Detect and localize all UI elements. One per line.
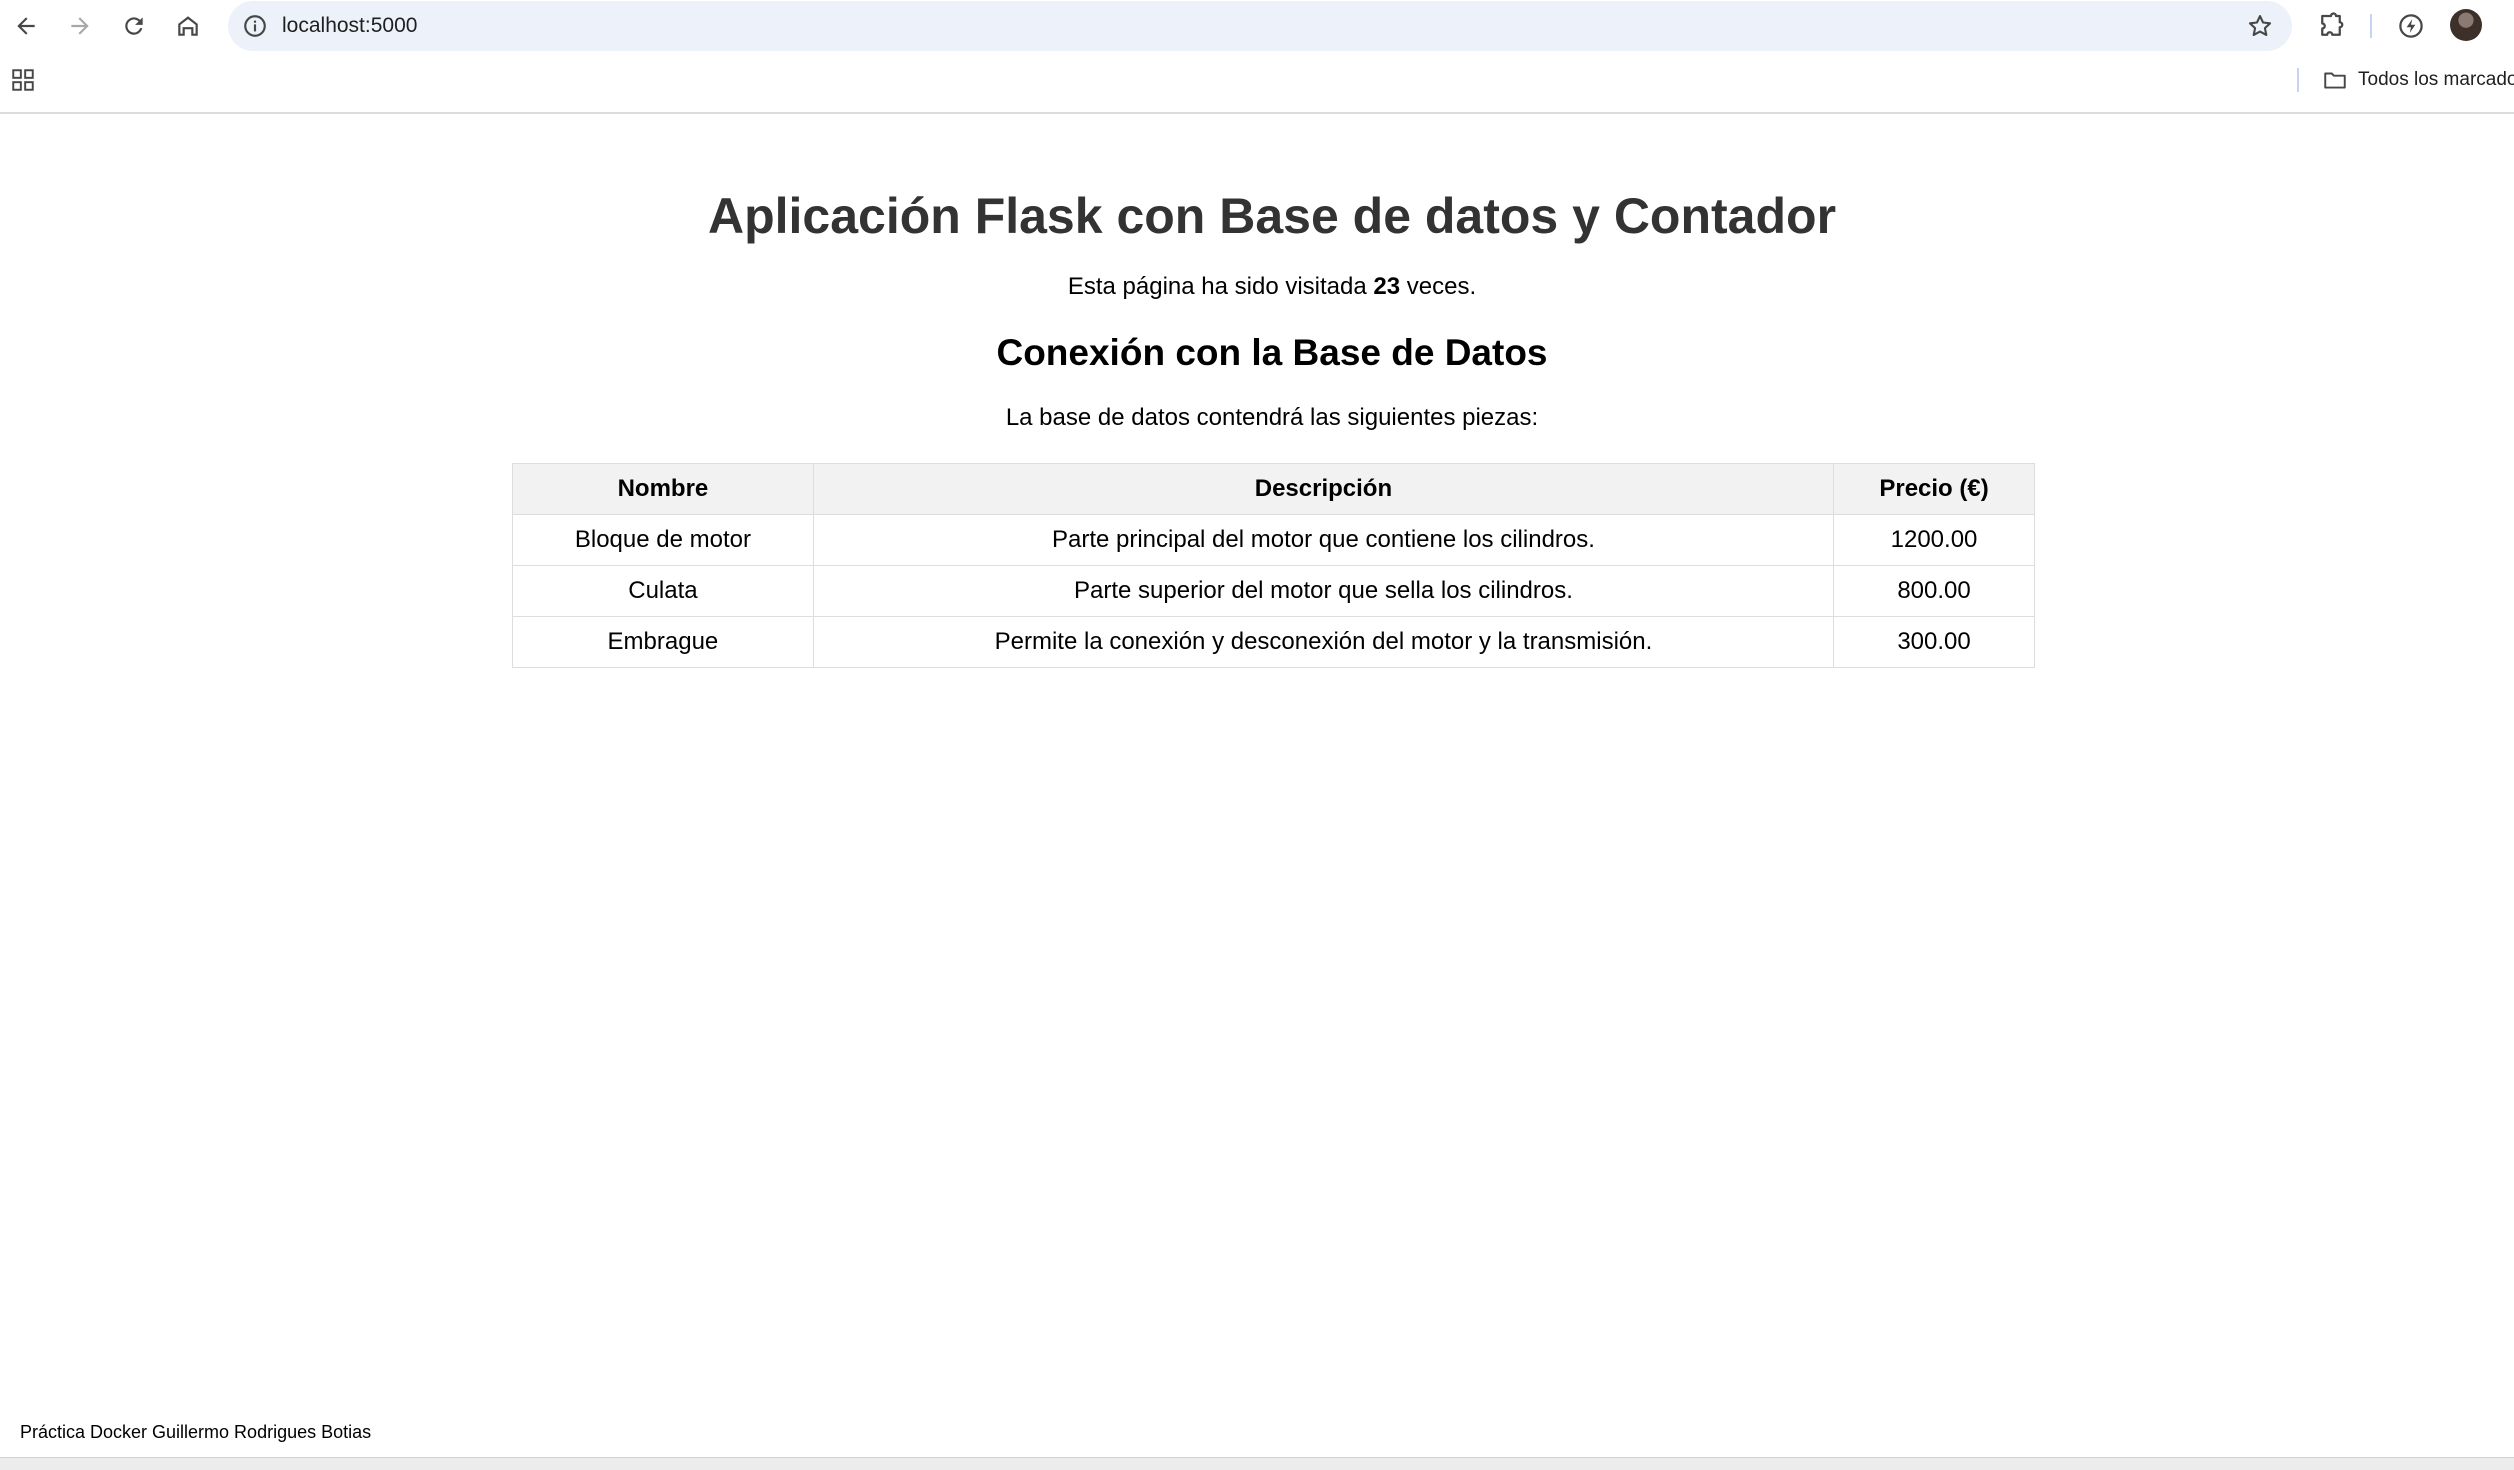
page-content: Aplicación Flask con Base de datos y Con… <box>0 114 2514 1454</box>
cell-nombre: Culata <box>512 565 814 617</box>
header-nombre: Nombre <box>512 463 814 515</box>
cell-descripcion: Parte principal del motor que contiene l… <box>812 514 1835 566</box>
header-descripcion: Descripción <box>812 463 1835 515</box>
parts-table: Nombre Descripción Precio (€) Bloque de … <box>512 463 2035 668</box>
db-section-heading: Conexión con la Base de Datos <box>996 332 1548 373</box>
cell-precio: 300.00 <box>1833 616 2035 668</box>
table-row: Culata Parte superior del motor que sell… <box>512 565 2035 617</box>
browser-chrome: localhost:5000 Todos los marcador <box>0 0 2514 114</box>
home-icon <box>178 16 198 36</box>
db-intro-text: La base de datos contendrá las siguiente… <box>1005 404 1539 431</box>
back-arrow-icon <box>17 17 35 35</box>
visit-counter: Esta página ha sido visitada 23 veces. <box>0 272 2514 302</box>
reload-button[interactable] <box>115 7 153 45</box>
visits-suffix: veces. <box>1400 273 1477 300</box>
home-button[interactable] <box>169 7 207 45</box>
cell-nombre: Embrague <box>512 616 814 668</box>
cell-descripcion: Parte superior del motor que sella los c… <box>812 565 1835 617</box>
visits-prefix: Esta página ha sido visitada <box>1067 273 1374 300</box>
window-bottom-edge <box>0 1457 2514 1470</box>
back-button[interactable] <box>7 7 45 45</box>
bookmarks-divider <box>2297 68 2299 92</box>
profile-avatar[interactable] <box>2450 9 2482 41</box>
apps-grid-icon[interactable] <box>10 67 36 93</box>
all-bookmarks-folder[interactable]: Todos los marcador <box>2322 66 2514 94</box>
table-header-row: Nombre Descripción Precio (€) <box>512 463 2035 515</box>
puzzle-icon[interactable] <box>2316 11 2346 41</box>
table-row: Bloque de motor Parte principal del moto… <box>512 514 2035 566</box>
bookmarks-bar: Todos los marcador <box>0 58 2514 102</box>
page-title: Aplicación Flask con Base de datos y Con… <box>707 188 1837 244</box>
folder-icon <box>2324 72 2346 89</box>
visits-count: 23 <box>1373 273 1401 300</box>
table-row: Embrague Permite la conexión y desconexi… <box>512 616 2035 668</box>
page-footer: Práctica Docker Guillermo Rodrigues Boti… <box>20 1422 372 1442</box>
forward-button[interactable] <box>61 7 99 45</box>
cell-precio: 800.00 <box>1833 565 2035 617</box>
cell-precio: 1200.00 <box>1833 514 2035 566</box>
address-bar[interactable]: localhost:5000 <box>228 1 2292 51</box>
performance-icon[interactable] <box>2396 11 2426 41</box>
url-text[interactable]: localhost:5000 <box>282 13 417 39</box>
star-icon[interactable] <box>2246 12 2274 40</box>
all-bookmarks-label: Todos los marcador <box>2358 69 2514 90</box>
reload-icon <box>125 17 143 35</box>
cell-nombre: Bloque de motor <box>512 514 814 566</box>
browser-toolbar: localhost:5000 <box>0 0 2514 52</box>
cell-descripcion: Permite la conexión y desconexión del mo… <box>812 616 1835 668</box>
site-info-icon[interactable] <box>242 13 268 39</box>
toolbar-divider <box>2370 14 2372 38</box>
forward-arrow-icon <box>71 17 89 35</box>
header-precio: Precio (€) <box>1833 463 2035 515</box>
